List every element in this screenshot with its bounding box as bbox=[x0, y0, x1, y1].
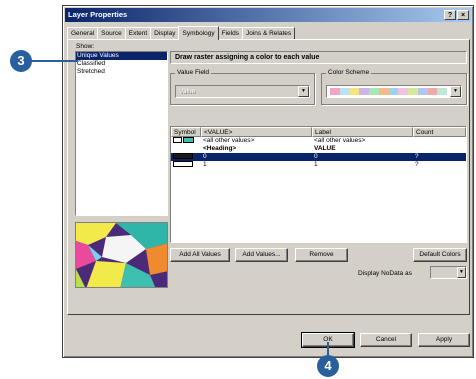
tab-extent[interactable]: Extent bbox=[124, 27, 152, 39]
table-row[interactable]: <Heading> VALUE bbox=[171, 145, 466, 153]
ramp-swatch bbox=[330, 88, 340, 95]
tab-fields[interactable]: Fields bbox=[217, 27, 243, 39]
show-item-classified[interactable]: Classified bbox=[76, 60, 167, 68]
count-cell: ? bbox=[415, 153, 419, 160]
renderer-preview-image bbox=[75, 222, 168, 288]
add-all-values-button[interactable]: Add All Values bbox=[170, 248, 230, 262]
symbol-cell[interactable] bbox=[171, 161, 201, 169]
nodata-label: Display NoData as bbox=[358, 270, 412, 277]
step-3-callout: 3 bbox=[10, 50, 32, 72]
count-cell: ? bbox=[415, 161, 419, 168]
value-field-label: Value Field bbox=[175, 69, 212, 77]
cancel-button[interactable]: Cancel bbox=[360, 333, 412, 347]
column-label[interactable]: Label bbox=[312, 127, 413, 137]
symbol-cell[interactable] bbox=[171, 153, 201, 161]
color-scheme-label: Color Scheme bbox=[326, 69, 372, 77]
tab-symbology[interactable]: Symbology bbox=[178, 26, 219, 40]
show-item-unique-values[interactable]: Unique Values bbox=[76, 52, 167, 60]
chevron-down-icon[interactable]: ▼ bbox=[450, 86, 461, 97]
symbology-panel: Show: Unique Values Classified Stretched… bbox=[67, 39, 470, 315]
ramp-swatch bbox=[339, 88, 350, 95]
show-label: Show: bbox=[76, 43, 95, 50]
table-row[interactable]: <all other values> <all other values> bbox=[171, 137, 466, 145]
tab-strip: General Source Extent Display Symbology … bbox=[67, 26, 296, 40]
color-scheme-group: Color Scheme ▼ bbox=[321, 69, 467, 105]
table-header: Symbol <VALUE> Label Count bbox=[171, 127, 466, 137]
value-field-group: Value Field Value ▼ bbox=[170, 69, 315, 105]
label-cell[interactable]: 0 bbox=[312, 153, 413, 161]
label-cell[interactable]: <all other values> bbox=[312, 137, 413, 145]
symbol-swatch[interactable] bbox=[173, 137, 182, 144]
tab-display[interactable]: Display bbox=[150, 27, 180, 39]
ramp-swatch bbox=[369, 88, 379, 95]
ramp-swatch bbox=[378, 88, 389, 95]
tab-joins-relates[interactable]: Joins & Relates bbox=[241, 27, 296, 39]
ramp-swatch bbox=[398, 88, 408, 95]
ramp-swatch bbox=[417, 88, 428, 95]
ramp-swatch bbox=[427, 88, 438, 95]
label-cell[interactable]: VALUE bbox=[312, 145, 413, 153]
color-scheme-select[interactable]: ▼ bbox=[326, 85, 462, 98]
step-4-callout: 4 bbox=[317, 355, 339, 377]
symbol-cell[interactable] bbox=[171, 145, 201, 153]
table-row[interactable]: 0 0? bbox=[171, 153, 466, 161]
color-ramp bbox=[330, 88, 447, 95]
close-button[interactable]: × bbox=[457, 10, 469, 20]
show-item-stretched[interactable]: Stretched bbox=[76, 68, 167, 76]
value-cell: 1 bbox=[203, 161, 207, 168]
chevron-down-icon[interactable]: ▼ bbox=[457, 267, 466, 278]
remove-button[interactable]: Remove bbox=[295, 248, 348, 262]
nodata-color-select[interactable]: ▼ bbox=[430, 266, 467, 279]
help-button[interactable]: ? bbox=[444, 10, 456, 20]
table-row[interactable]: 1 1? bbox=[171, 161, 466, 169]
ramp-swatch bbox=[388, 88, 399, 95]
title-bar[interactable]: Layer Properties ? × bbox=[65, 8, 471, 22]
values-table[interactable]: Symbol <VALUE> Label Count <all other va… bbox=[170, 126, 467, 243]
layer-properties-dialog: Layer Properties ? × General Source Exte… bbox=[62, 5, 474, 358]
symbol-swatch[interactable] bbox=[173, 161, 193, 168]
value-cell: 0 bbox=[203, 153, 207, 160]
callout-3-pointer bbox=[30, 60, 78, 62]
ramp-swatch bbox=[437, 88, 447, 95]
symbol-cell[interactable] bbox=[171, 137, 201, 145]
add-values-button[interactable]: Add Values... bbox=[235, 248, 288, 262]
show-list[interactable]: Unique Values Classified Stretched bbox=[75, 51, 168, 216]
chevron-down-icon[interactable]: ▼ bbox=[298, 86, 309, 97]
value-cell: <all other values> bbox=[203, 137, 255, 144]
tab-general[interactable]: General bbox=[67, 27, 99, 39]
tab-source[interactable]: Source bbox=[97, 27, 126, 39]
ramp-swatch bbox=[359, 88, 369, 95]
count-cell bbox=[413, 145, 466, 153]
renderer-description: Draw raster assigning a color to each va… bbox=[170, 51, 467, 64]
count-cell bbox=[413, 137, 466, 145]
apply-button[interactable]: Apply bbox=[418, 333, 470, 347]
column-count[interactable]: Count bbox=[413, 127, 466, 137]
column-symbol[interactable]: Symbol bbox=[171, 127, 201, 137]
label-cell[interactable]: 1 bbox=[312, 161, 413, 169]
symbol-swatch[interactable] bbox=[173, 153, 193, 160]
symbol-swatch[interactable] bbox=[183, 137, 194, 144]
value-cell: <Heading> bbox=[203, 145, 237, 152]
ramp-swatch bbox=[408, 88, 418, 95]
column-value[interactable]: <VALUE> bbox=[201, 127, 312, 137]
value-field-value: Value bbox=[179, 88, 196, 95]
dialog-title: Layer Properties bbox=[68, 10, 128, 19]
default-colors-button[interactable]: Default Colors bbox=[413, 248, 467, 262]
value-field-select[interactable]: Value ▼ bbox=[175, 85, 310, 98]
ramp-swatch bbox=[349, 88, 360, 95]
